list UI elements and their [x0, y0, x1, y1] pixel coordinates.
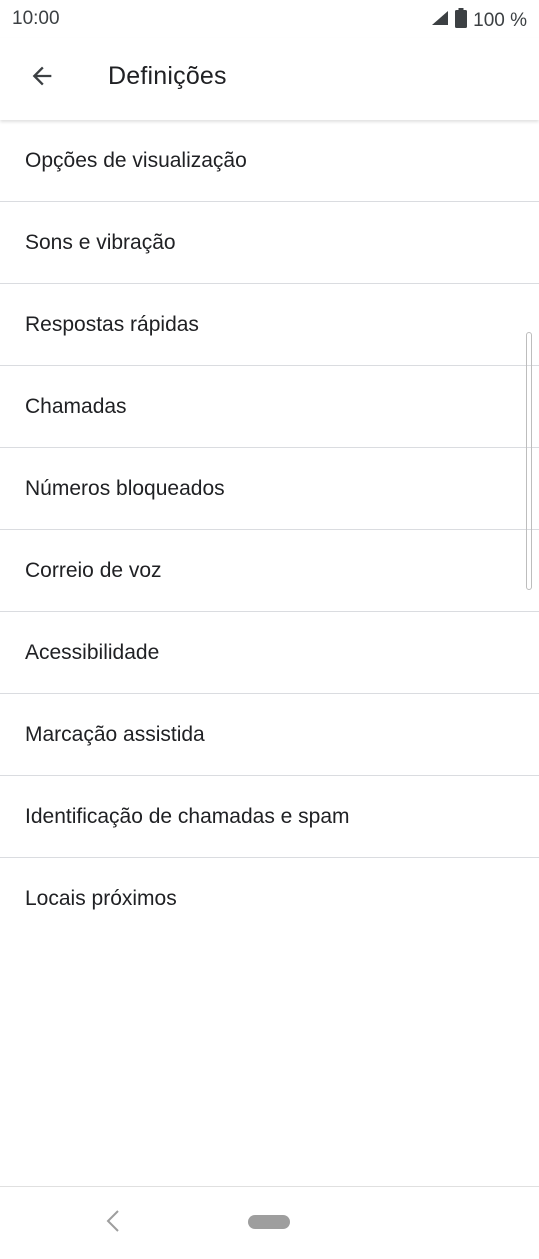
settings-item-label: Correio de voz [25, 558, 162, 582]
settings-item-label: Respostas rápidas [25, 312, 199, 336]
status-time: 10:00 [12, 8, 60, 29]
battery-icon [455, 8, 468, 34]
settings-item-label: Locais próximos [25, 886, 177, 910]
settings-item-calls[interactable]: Chamadas [0, 366, 539, 448]
signal-icon [431, 10, 449, 32]
page-title: Definições [108, 62, 227, 90]
scrollbar[interactable] [526, 332, 532, 590]
settings-item-label: Identificação de chamadas e spam [25, 804, 350, 828]
status-bar: 10:00 100 % [0, 0, 539, 38]
settings-item-label: Marcação assistida [25, 722, 205, 746]
settings-list: Opções de visualização Sons e vibração R… [0, 120, 539, 939]
settings-item-blocked-numbers[interactable]: Números bloqueados [0, 448, 539, 530]
nav-back-icon[interactable] [100, 1207, 128, 1235]
navigation-bar [0, 1186, 539, 1259]
settings-item-caller-id-spam[interactable]: Identificação de chamadas e spam [0, 776, 539, 858]
app-bar: Definições [0, 38, 539, 120]
settings-item-label: Sons e vibração [25, 230, 176, 254]
battery-percent: 100 % [473, 10, 527, 31]
arrow-back-icon [28, 62, 56, 95]
settings-item-label: Opções de visualização [25, 148, 247, 172]
settings-item-sounds-vibration[interactable]: Sons e vibração [0, 202, 539, 284]
back-button[interactable] [22, 58, 62, 98]
home-pill-icon[interactable] [248, 1215, 290, 1229]
settings-item-nearby-places[interactable]: Locais próximos [0, 858, 539, 939]
settings-item-accessibility[interactable]: Acessibilidade [0, 612, 539, 694]
settings-item-quick-responses[interactable]: Respostas rápidas [0, 284, 539, 366]
settings-item-voicemail[interactable]: Correio de voz [0, 530, 539, 612]
settings-item-display-options[interactable]: Opções de visualização [0, 120, 539, 202]
settings-item-label: Acessibilidade [25, 640, 160, 664]
settings-item-label: Números bloqueados [25, 476, 225, 500]
status-icons: 100 % [431, 8, 527, 34]
settings-item-label: Chamadas [25, 394, 127, 418]
settings-item-assisted-dialing[interactable]: Marcação assistida [0, 694, 539, 776]
